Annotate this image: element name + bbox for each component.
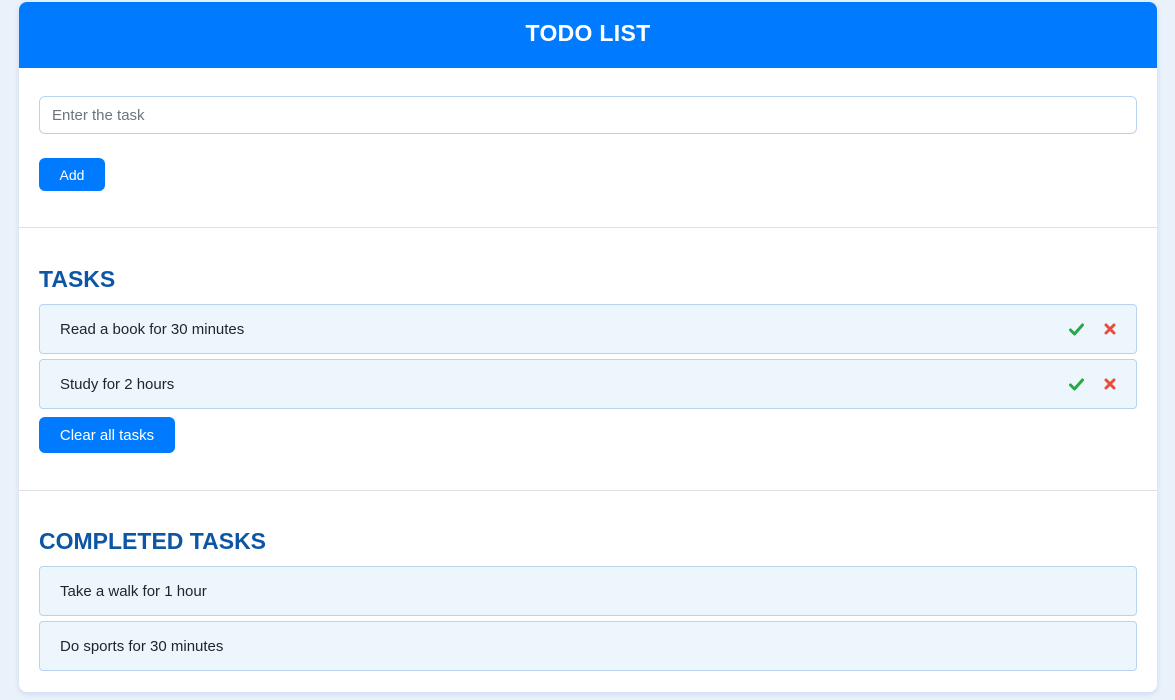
task-list: Read a book for 30 minutes Study for 2 h… [39,304,1137,409]
task-text: Study for 2 hours [60,375,175,393]
app-header: TODO LIST [19,2,1157,68]
check-icon[interactable] [1068,376,1084,392]
input-section: Add [19,68,1157,228]
tasks-section: TASKS Read a book for 30 minutes Study f… [19,228,1157,491]
completed-text: Do sports for 30 minutes [60,637,224,655]
completed-section: COMPLETED TASKS Take a walk for 1 hour D… [19,491,1157,671]
completed-item: Do sports for 30 minutes [39,621,1137,671]
close-icon[interactable] [1102,321,1118,337]
task-actions [1068,376,1118,392]
task-item: Read a book for 30 minutes [39,304,1137,354]
completed-list: Take a walk for 1 hour Do sports for 30 … [39,566,1137,671]
close-icon[interactable] [1102,376,1118,392]
todo-app: TODO LIST Add TASKS Read a book for 30 m… [19,2,1157,692]
completed-heading: COMPLETED TASKS [39,528,267,554]
task-item: Study for 2 hours [39,359,1137,409]
completed-text: Take a walk for 1 hour [60,582,207,600]
task-input[interactable] [39,96,1137,134]
task-actions [1068,321,1118,337]
add-button[interactable]: Add [39,158,105,191]
app-title: TODO LIST [525,19,651,46]
tasks-heading: TASKS [39,266,116,292]
completed-item: Take a walk for 1 hour [39,566,1137,616]
task-text: Read a book for 30 minutes [60,320,245,338]
clear-all-button[interactable]: Clear all tasks [39,417,175,453]
check-icon[interactable] [1068,321,1084,337]
